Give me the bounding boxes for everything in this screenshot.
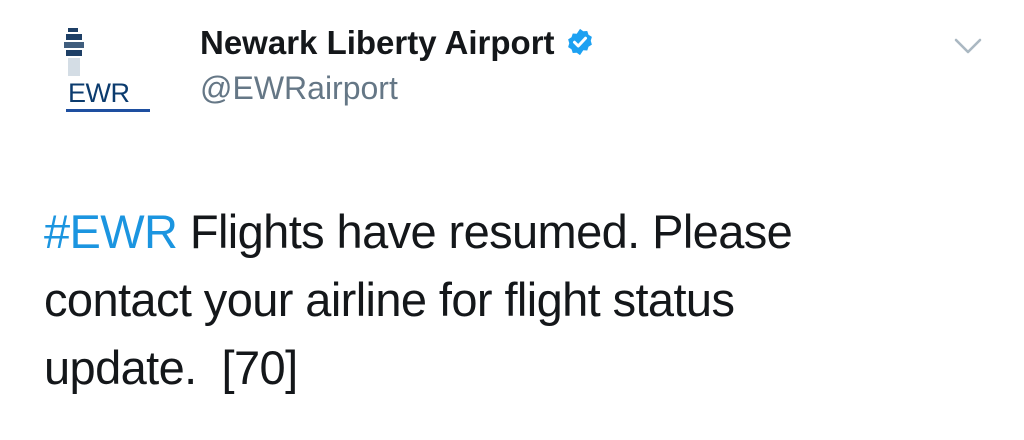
- tweet-line-1: #EWR Flights have resumed. Please: [44, 198, 994, 266]
- tweet-text: #EWR Flights have resumed. Please contac…: [44, 198, 994, 402]
- tweet-line-2: contact your airline for flight status: [44, 273, 735, 326]
- hashtag-link[interactable]: #EWR: [44, 205, 178, 258]
- chevron-down-icon: [954, 38, 982, 54]
- tweet-menu-button[interactable]: [948, 30, 988, 60]
- verified-badge-icon: [567, 28, 592, 56]
- tweet-header: Newark Liberty Airport: [200, 20, 595, 64]
- display-name[interactable]: Newark Liberty Airport: [200, 26, 555, 59]
- tweet-line-1-text: Flights have resumed. Please: [177, 205, 793, 258]
- avatar-text: EWR: [68, 78, 130, 108]
- avatar[interactable]: EWR: [56, 20, 174, 122]
- tweet-line-3: update. [70]: [44, 341, 298, 394]
- handle[interactable]: @EWRairport: [200, 72, 398, 104]
